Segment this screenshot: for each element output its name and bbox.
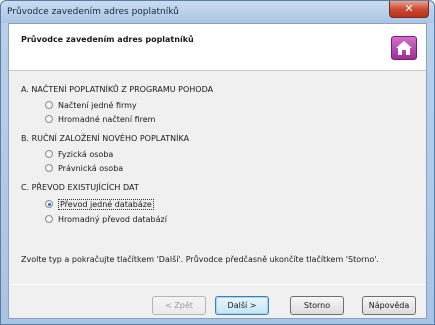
radio-label: Hromadné načtení firem [58,114,156,124]
radio-label: Hromadný převod databází [58,214,167,224]
radio-label: Převod jedné databáze [58,198,154,210]
radio-label: Fyzická osoba [58,149,114,159]
section-a-title: A. NAČTENÍ POPLATNÍKŮ Z PROGRAMU POHODA [21,85,214,94]
home-icon [391,36,417,60]
radio-label: Právnická osoba [58,163,124,173]
help-button[interactable]: Nápověda [362,296,416,315]
radio-button[interactable] [45,101,53,109]
radio-hromadny-prevod-databazi[interactable]: Hromadný převod databází [45,213,167,225]
title-bar[interactable]: Průvodce zavedením adres poplatníků ✕ [1,1,434,23]
section-c-title: C. PŘEVOD EXISTUJÍCÍCH DAT [21,183,139,192]
wizard-header-title: Průvodce zavedením adres poplatníků [21,35,194,44]
cancel-button[interactable]: Storno [290,296,344,315]
close-icon: ✕ [404,2,414,15]
footer-divider [9,284,426,285]
radio-button[interactable] [45,215,53,223]
instructions-text: Zvolte typ a pokračujte tlačítkem 'Další… [21,255,379,264]
radio-label: Načtení jedné firmy [58,100,137,110]
radio-fyzicka-osoba[interactable]: Fyzická osoba [45,148,113,160]
radio-button[interactable] [45,164,53,172]
radio-pravnicka-osoba[interactable]: Právnická osoba [45,162,123,174]
radio-nacteni-jedne-firmy[interactable]: Načtení jedné firmy [45,99,137,111]
window-title: Průvodce zavedením adres poplatníků [7,7,179,17]
wizard-window: Průvodce zavedením adres poplatníků ✕ Pr… [0,0,435,325]
wizard-header: Průvodce zavedením adres poplatníků [9,24,426,71]
section-b-title: B. RUČNÍ ZALOŽENÍ NOVÉHO POPLATNÍKA [21,134,190,143]
radio-hromadne-nacteni-firem[interactable]: Hromadné načtení firem [45,113,155,125]
next-button[interactable]: Další > [215,296,269,315]
radio-button[interactable] [45,150,53,158]
back-button[interactable]: < Zpět [152,296,206,315]
radio-button[interactable] [45,115,53,123]
radio-prevod-jedne-databaze[interactable]: Převod jedné databáze [45,198,154,210]
radio-button-selected[interactable] [45,200,53,208]
wizard-client-area: Průvodce zavedením adres poplatníků A. N… [8,23,427,319]
close-button[interactable]: ✕ [389,1,429,18]
